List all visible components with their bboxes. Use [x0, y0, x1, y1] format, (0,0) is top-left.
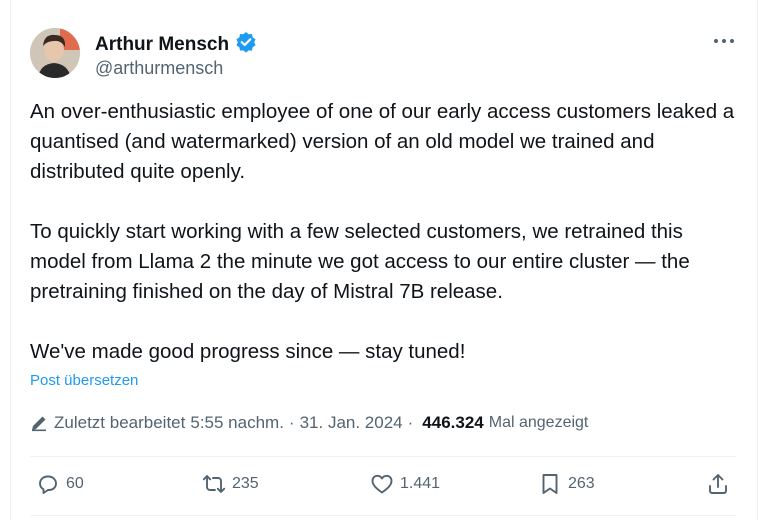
tweet-meta: Zuletzt bearbeitet 5:55 nachm. · 31. Jan…: [30, 413, 588, 433]
author-handle[interactable]: @arthurmensch: [95, 58, 223, 79]
edited-label[interactable]: Zuletzt bearbeitet: [54, 413, 185, 433]
author-name-row[interactable]: Arthur Mensch: [95, 31, 257, 59]
verified-badge-icon: [235, 31, 257, 59]
divider: [30, 456, 736, 457]
reply-button[interactable]: 60: [36, 472, 84, 496]
views-label: Mal angezeigt: [488, 414, 589, 431]
avatar-image: [30, 28, 80, 78]
like-count: 1.441: [400, 475, 441, 492]
tweet-time[interactable]: 5:55 nachm.: [190, 413, 284, 433]
meta-separator: ·: [407, 413, 414, 432]
tweet-paragraph: To quickly start working with a few sele…: [30, 220, 690, 303]
tweet-date[interactable]: 31. Jan. 2024: [300, 413, 403, 433]
author-name[interactable]: Arthur Mensch: [95, 34, 229, 56]
tweet-paragraph: An over-enthusiastic employee of one of …: [30, 100, 735, 183]
translate-link[interactable]: Post übersetzen: [30, 372, 138, 389]
view-count: 446.324: [422, 413, 484, 432]
action-bar: 60 235 1.441 263: [30, 472, 736, 502]
share-button[interactable]: [706, 472, 730, 496]
repost-icon: [202, 475, 226, 493]
edit-pencil-icon[interactable]: [30, 414, 48, 432]
bookmark-count: 263: [568, 475, 595, 492]
meta-separator: ·: [288, 413, 295, 432]
more-options-icon[interactable]: [713, 28, 735, 49]
repost-button[interactable]: 235: [202, 472, 259, 496]
heart-icon: [371, 474, 393, 494]
tweet-paragraph: We've made good progress since — stay tu…: [30, 340, 466, 363]
reply-count: 60: [66, 475, 84, 492]
bookmark-icon: [542, 474, 558, 494]
like-button[interactable]: 1.441: [370, 472, 440, 496]
reply-icon: [39, 475, 57, 494]
share-icon: [709, 474, 727, 494]
tweet-text: An over-enthusiastic employee of one of …: [30, 97, 742, 367]
avatar[interactable]: [30, 28, 80, 78]
repost-count: 235: [232, 475, 259, 492]
bookmark-button[interactable]: 263: [538, 472, 595, 496]
divider: [30, 515, 736, 516]
